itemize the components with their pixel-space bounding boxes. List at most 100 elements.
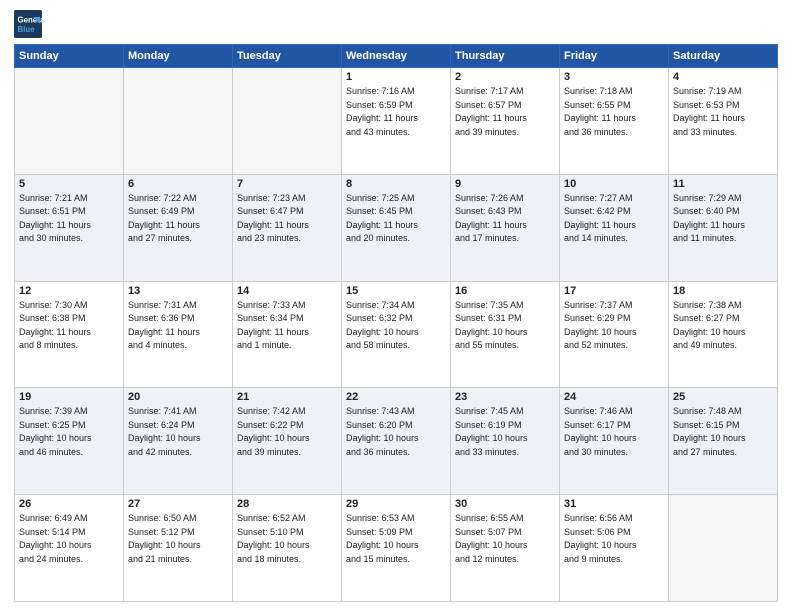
table-row: 30 Sunrise: 6:55 AM Sunset: 5:07 PM Dayli… — [451, 495, 560, 602]
header-saturday: Saturday — [669, 45, 778, 68]
header-friday: Friday — [560, 45, 669, 68]
day-info: Sunrise: 7:41 AM Sunset: 6:24 PM Dayligh… — [128, 405, 228, 459]
day-number: 6 — [128, 178, 228, 190]
day-number: 13 — [128, 285, 228, 297]
day-number: 14 — [237, 285, 337, 297]
day-number: 21 — [237, 391, 337, 403]
day-number: 1 — [346, 71, 446, 83]
table-row — [15, 68, 124, 175]
logo: General Blue — [14, 10, 42, 38]
table-row: 25 Sunrise: 7:48 AM Sunset: 6:15 PM Dayli… — [669, 388, 778, 495]
table-row: 17 Sunrise: 7:37 AM Sunset: 6:29 PM Dayli… — [560, 281, 669, 388]
day-number: 20 — [128, 391, 228, 403]
table-row: 9Sunrise: 7:26 AM Sunset: 6:43 PM Daylig… — [451, 174, 560, 281]
day-number: 11 — [673, 178, 773, 190]
day-info: Sunrise: 7:42 AM Sunset: 6:22 PM Dayligh… — [237, 405, 337, 459]
day-number: 29 — [346, 498, 446, 510]
logo-icon: General Blue — [14, 10, 42, 38]
calendar-table: Sunday Monday Tuesday Wednesday Thursday… — [14, 44, 778, 602]
day-info: Sunrise: 7:45 AM Sunset: 6:19 PM Dayligh… — [455, 405, 555, 459]
calendar-week-row: 19Sunrise: 7:39 AM Sunset: 6:25 PM Dayli… — [15, 388, 778, 495]
day-info: Sunrise: 7:19 AM Sunset: 6:53 PM Dayligh… — [673, 85, 773, 139]
svg-text:Blue: Blue — [18, 25, 36, 34]
table-row — [233, 68, 342, 175]
day-info: Sunrise: 7:31 AM Sunset: 6:36 PM Dayligh… — [128, 299, 228, 353]
weekday-header-row: Sunday Monday Tuesday Wednesday Thursday… — [15, 45, 778, 68]
table-row: 14 Sunrise: 7:33 AM Sunset: 6:34 PM Dayli… — [233, 281, 342, 388]
table-row: 27Sunrise: 6:50 AM Sunset: 5:12 PM Dayli… — [124, 495, 233, 602]
day-info: Sunrise: 7:48 AM Sunset: 6:15 PM Dayligh… — [673, 405, 773, 459]
day-number: 18 — [673, 285, 773, 297]
table-row: 12 Sunrise: 7:30 AM Sunset: 6:38 PM Dayli… — [15, 281, 124, 388]
day-info: Sunrise: 7:17 AM Sunset: 6:57 PM Dayligh… — [455, 85, 555, 139]
day-number: 30 — [455, 498, 555, 510]
table-row: 1 Sunrise: 7:16 AM Sunset: 6:59 PM Daylig… — [342, 68, 451, 175]
calendar-week-row: 26 Sunrise: 6:49 AM Sunset: 5:14 PM Dayli… — [15, 495, 778, 602]
calendar-week-row: 1 Sunrise: 7:16 AM Sunset: 6:59 PM Daylig… — [15, 68, 778, 175]
day-info: Sunrise: 6:49 AM Sunset: 5:14 PM Dayligh… — [19, 512, 119, 566]
day-number: 26 — [19, 498, 119, 510]
table-row: 7Sunrise: 7:23 AM Sunset: 6:47 PM Daylig… — [233, 174, 342, 281]
day-number: 28 — [237, 498, 337, 510]
table-row: 3 Sunrise: 7:18 AM Sunset: 6:55 PM Daylig… — [560, 68, 669, 175]
table-row: 28 Sunrise: 6:52 AM Sunset: 5:10 PM Dayli… — [233, 495, 342, 602]
day-info: Sunrise: 6:56 AM Sunset: 5:06 PM Dayligh… — [564, 512, 664, 566]
day-info: Sunrise: 7:25 AM Sunset: 6:45 PM Dayligh… — [346, 192, 446, 246]
table-row: 8 Sunrise: 7:25 AM Sunset: 6:45 PM Daylig… — [342, 174, 451, 281]
day-info: Sunrise: 7:46 AM Sunset: 6:17 PM Dayligh… — [564, 405, 664, 459]
header-sunday: Sunday — [15, 45, 124, 68]
table-row: 24 Sunrise: 7:46 AM Sunset: 6:17 PM Dayli… — [560, 388, 669, 495]
day-info: Sunrise: 6:50 AM Sunset: 5:12 PM Dayligh… — [128, 512, 228, 566]
day-number: 10 — [564, 178, 664, 190]
table-row: 5Sunrise: 7:21 AM Sunset: 6:51 PM Daylig… — [15, 174, 124, 281]
day-number: 2 — [455, 71, 555, 83]
table-row: 6 Sunrise: 7:22 AM Sunset: 6:49 PM Daylig… — [124, 174, 233, 281]
day-info: Sunrise: 6:52 AM Sunset: 5:10 PM Dayligh… — [237, 512, 337, 566]
header-thursday: Thursday — [451, 45, 560, 68]
day-number: 4 — [673, 71, 773, 83]
calendar-week-row: 12 Sunrise: 7:30 AM Sunset: 6:38 PM Dayli… — [15, 281, 778, 388]
header-wednesday: Wednesday — [342, 45, 451, 68]
table-row: 16 Sunrise: 7:35 AM Sunset: 6:31 PM Dayli… — [451, 281, 560, 388]
table-row: 22Sunrise: 7:43 AM Sunset: 6:20 PM Dayli… — [342, 388, 451, 495]
table-row: 20 Sunrise: 7:41 AM Sunset: 6:24 PM Dayli… — [124, 388, 233, 495]
table-row — [124, 68, 233, 175]
day-number: 3 — [564, 71, 664, 83]
table-row: 19Sunrise: 7:39 AM Sunset: 6:25 PM Dayli… — [15, 388, 124, 495]
day-info: Sunrise: 7:30 AM Sunset: 6:38 PM Dayligh… — [19, 299, 119, 353]
day-info: Sunrise: 7:43 AM Sunset: 6:20 PM Dayligh… — [346, 405, 446, 459]
day-number: 24 — [564, 391, 664, 403]
day-info: Sunrise: 7:22 AM Sunset: 6:49 PM Dayligh… — [128, 192, 228, 246]
day-info: Sunrise: 7:16 AM Sunset: 6:59 PM Dayligh… — [346, 85, 446, 139]
day-number: 23 — [455, 391, 555, 403]
day-number: 25 — [673, 391, 773, 403]
day-number: 8 — [346, 178, 446, 190]
day-number: 17 — [564, 285, 664, 297]
day-info: Sunrise: 7:18 AM Sunset: 6:55 PM Dayligh… — [564, 85, 664, 139]
header: General Blue — [14, 10, 778, 38]
header-tuesday: Tuesday — [233, 45, 342, 68]
day-info: Sunrise: 7:21 AM Sunset: 6:51 PM Dayligh… — [19, 192, 119, 246]
day-number: 16 — [455, 285, 555, 297]
day-number: 12 — [19, 285, 119, 297]
day-number: 31 — [564, 498, 664, 510]
day-number: 9 — [455, 178, 555, 190]
table-row: 10Sunrise: 7:27 AM Sunset: 6:42 PM Dayli… — [560, 174, 669, 281]
day-info: Sunrise: 7:33 AM Sunset: 6:34 PM Dayligh… — [237, 299, 337, 353]
day-info: Sunrise: 7:39 AM Sunset: 6:25 PM Dayligh… — [19, 405, 119, 459]
header-monday: Monday — [124, 45, 233, 68]
table-row: 2 Sunrise: 7:17 AM Sunset: 6:57 PM Daylig… — [451, 68, 560, 175]
table-row — [669, 495, 778, 602]
day-info: Sunrise: 6:53 AM Sunset: 5:09 PM Dayligh… — [346, 512, 446, 566]
day-info: Sunrise: 7:37 AM Sunset: 6:29 PM Dayligh… — [564, 299, 664, 353]
day-number: 7 — [237, 178, 337, 190]
day-info: Sunrise: 7:34 AM Sunset: 6:32 PM Dayligh… — [346, 299, 446, 353]
day-info: Sunrise: 6:55 AM Sunset: 5:07 PM Dayligh… — [455, 512, 555, 566]
day-info: Sunrise: 7:38 AM Sunset: 6:27 PM Dayligh… — [673, 299, 773, 353]
table-row: 29 Sunrise: 6:53 AM Sunset: 5:09 PM Dayli… — [342, 495, 451, 602]
table-row: 31 Sunrise: 6:56 AM Sunset: 5:06 PM Dayli… — [560, 495, 669, 602]
day-info: Sunrise: 7:35 AM Sunset: 6:31 PM Dayligh… — [455, 299, 555, 353]
calendar-week-row: 5Sunrise: 7:21 AM Sunset: 6:51 PM Daylig… — [15, 174, 778, 281]
table-row: 15Sunrise: 7:34 AM Sunset: 6:32 PM Dayli… — [342, 281, 451, 388]
day-info: Sunrise: 7:29 AM Sunset: 6:40 PM Dayligh… — [673, 192, 773, 246]
